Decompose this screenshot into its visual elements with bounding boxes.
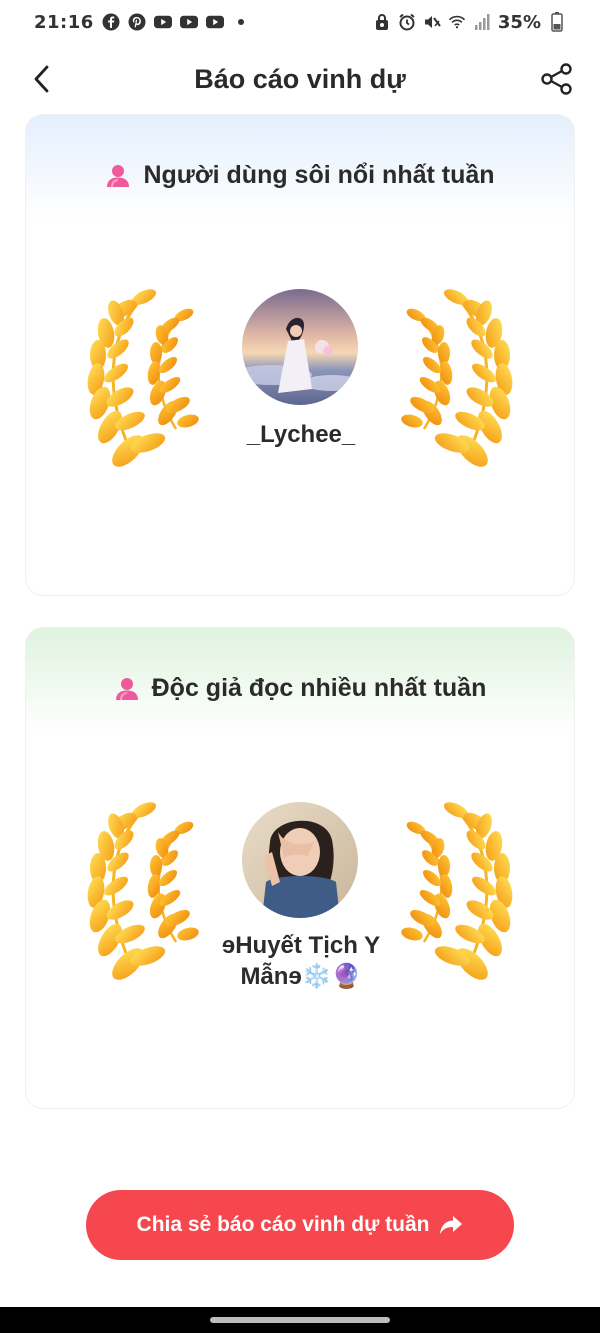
honor-card-top-reader: Độc giả đọc nhiều nhất tuần ɘHuyết Tịch … — [25, 627, 575, 1109]
home-indicator[interactable] — [210, 1317, 390, 1323]
youtube-icon — [153, 13, 172, 31]
user-icon — [115, 677, 138, 700]
alarm-icon — [398, 13, 416, 31]
alarm-lock-icon — [373, 13, 391, 31]
system-nav-bar — [0, 1307, 600, 1333]
mute-icon — [423, 13, 441, 31]
card-title: Người dùng sôi nổi nhất tuần — [143, 161, 495, 189]
notification-dot — [237, 19, 244, 25]
card-header: Độc giả đọc nhiều nhất tuần — [26, 674, 574, 703]
status-bar: 21:16 35% — [0, 0, 600, 44]
battery-icon — [548, 12, 566, 32]
chevron-left-icon — [34, 65, 49, 93]
page-title: Báo cáo vinh dự — [194, 63, 406, 94]
winner-name: _Lychee_ — [246, 421, 356, 448]
pinterest-icon — [128, 13, 146, 31]
forward-arrow-icon — [440, 1216, 463, 1234]
card-header: Người dùng sôi nổi nhất tuần — [26, 161, 574, 190]
card-title: Độc giả đọc nhiều nhất tuần — [151, 674, 487, 702]
share-icon — [541, 63, 572, 95]
share-button[interactable] — [538, 60, 576, 98]
winner-avatar[interactable] — [242, 802, 358, 918]
status-right: 35% — [373, 12, 566, 33]
youtube-icon — [205, 13, 224, 31]
back-button[interactable] — [26, 62, 58, 96]
winner-avatar[interactable] — [242, 289, 358, 405]
share-honor-report-button[interactable]: Chia sẻ báo cáo vinh dự tuần — [86, 1190, 514, 1260]
battery-percent: 35% — [497, 11, 541, 33]
wifi-icon — [448, 13, 466, 31]
user-icon — [107, 164, 130, 187]
winner-name: ɘHuyết Tịch Y Mẫnɘ❄️🔮 — [221, 932, 381, 990]
share-button-label: Chia sẻ báo cáo vinh dự tuần — [136, 1213, 430, 1236]
signal-icon — [473, 13, 491, 31]
status-left: 21:16 — [34, 12, 244, 33]
honor-card-most-active: Người dùng sôi nổi nhất tuần _Lychee_ — [25, 114, 575, 596]
youtube-icon — [179, 13, 198, 31]
header: Báo cáo vinh dự — [0, 50, 600, 108]
facebook-icon — [102, 13, 120, 31]
status-time: 21:16 — [34, 11, 94, 33]
